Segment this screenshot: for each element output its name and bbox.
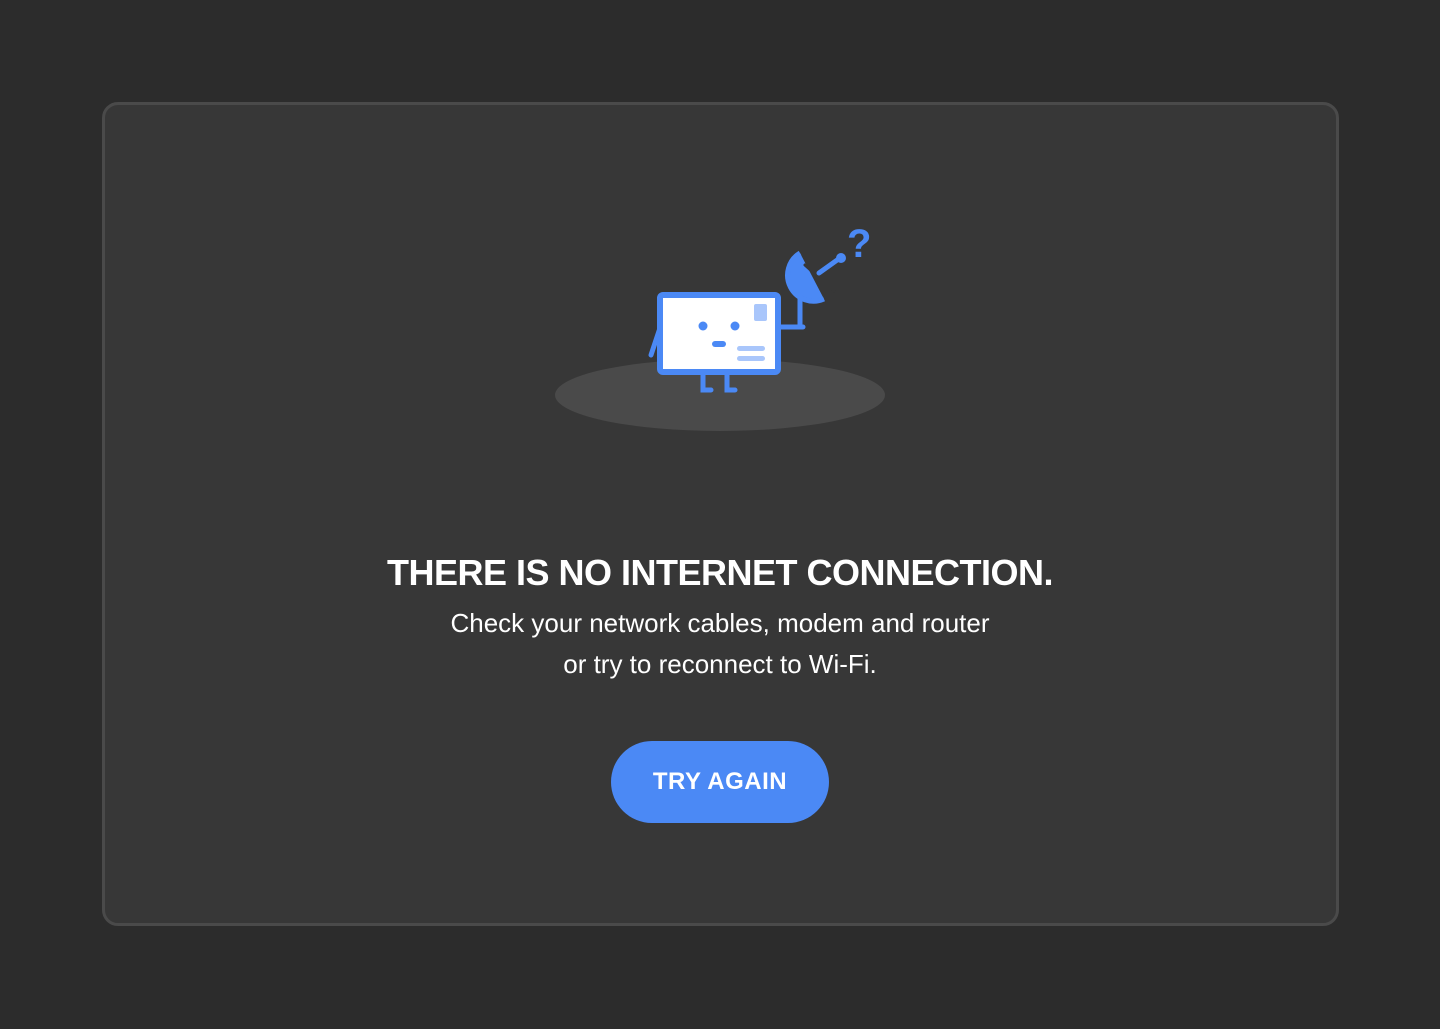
error-message: Check your network cables, modem and rou…: [0, 603, 1440, 685]
computer-screen-icon: [657, 292, 781, 375]
error-message-line-2: or try to reconnect to Wi-Fi.: [563, 649, 877, 679]
no-connection-illustration: ?: [553, 225, 887, 433]
satellite-dish-icon: [785, 250, 846, 304]
question-mark-icon: ?: [847, 225, 871, 266]
error-message-line-1: Check your network cables, modem and rou…: [450, 608, 990, 638]
error-title: THERE IS NO INTERNET CONNECTION.: [386, 552, 1054, 593]
try-again-button[interactable]: TRY AGAIN: [611, 741, 829, 823]
